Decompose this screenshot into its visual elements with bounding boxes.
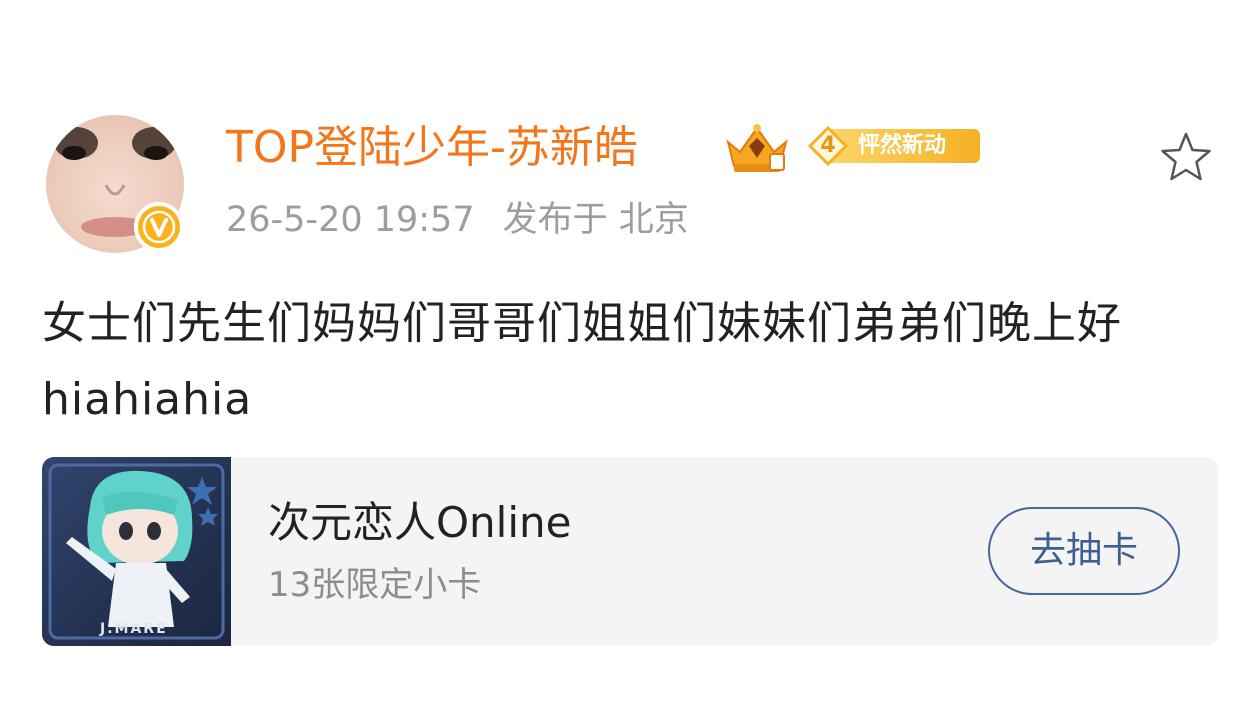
character-image [48, 463, 225, 640]
level-label: 怦然新动 [858, 133, 947, 158]
draw-card-button[interactable]: 去抽卡 [988, 507, 1180, 595]
card-thumbnail: J.MARE [42, 457, 231, 646]
star-icon[interactable] [1156, 128, 1216, 188]
crown-icon [726, 124, 788, 172]
level-badge[interactable]: 4 怦然新动 [806, 125, 980, 167]
card-subtitle: 13张限定小卡 [268, 565, 482, 605]
level-badge-icon: 4 [806, 125, 850, 167]
promo-card[interactable]: J.MARE 次元恋人Online 13张限定小卡 去抽卡 [42, 457, 1218, 646]
card-title: 次元恋人Online [268, 498, 572, 547]
post-content: 女士们先生们妈妈们哥哥们姐姐们妹妹们弟弟们晚上好 hiahiahia [42, 298, 1122, 425]
verified-v-icon [142, 210, 176, 244]
verified-badge [134, 202, 184, 252]
username[interactable]: TOP登陆少年-苏新皓 [226, 117, 638, 179]
post-location: 发布于 北京 [502, 200, 689, 240]
level-number: 4 [820, 133, 836, 158]
card-thumbnail-caption: J.MARE [100, 621, 168, 637]
post-time: 26-5-20 19:57 [226, 200, 475, 240]
post-meta: 26-5-20 19:57 发布于 北京 [226, 196, 689, 244]
